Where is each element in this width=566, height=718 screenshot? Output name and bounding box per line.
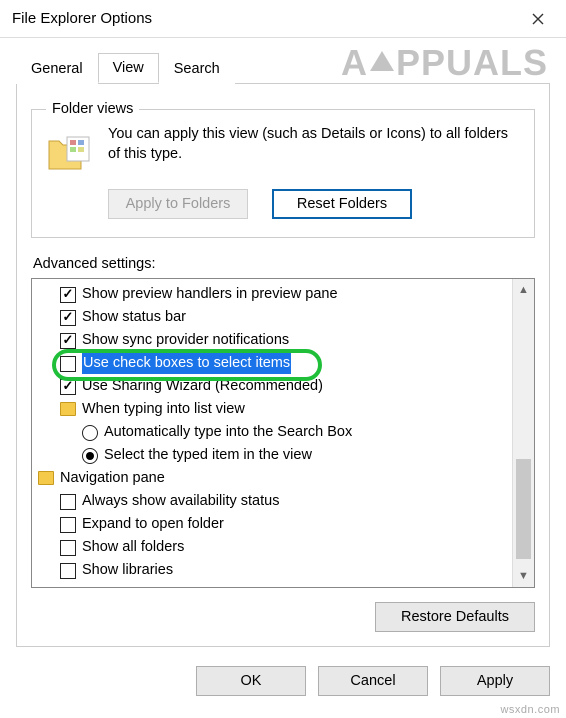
folder-icon [60,402,76,416]
tab-strip: General View Search [16,53,550,84]
advanced-settings-list[interactable]: Show preview handlers in preview paneSho… [31,278,535,588]
adv-item-8: Navigation pane [38,467,512,490]
checkbox[interactable] [60,287,76,303]
scroll-down-icon[interactable]: ▼ [513,565,534,587]
tab-search[interactable]: Search [159,54,235,84]
window-title: File Explorer Options [12,10,518,27]
checkbox[interactable] [60,310,76,326]
checkbox[interactable] [60,379,76,395]
adv-item-0[interactable]: Show preview handlers in preview pane [38,283,512,306]
adv-item-label: Always show availability status [82,491,279,512]
apply-to-folders-button: Apply to Folders [108,189,248,219]
checkbox[interactable] [60,356,76,372]
source-watermark: wsxdn.com [500,704,560,716]
adv-item-12[interactable]: Show libraries [38,559,512,582]
adv-item-5: When typing into list view [38,398,512,421]
checkbox[interactable] [60,540,76,556]
scrollbar[interactable]: ▲ ▼ [512,279,534,587]
adv-item-1[interactable]: Show status bar [38,306,512,329]
folder-views-text: You can apply this view (such as Details… [108,125,520,164]
checkbox[interactable] [60,333,76,349]
adv-item-6[interactable]: Automatically type into the Search Box [38,421,512,444]
title-bar: File Explorer Options [0,0,566,38]
folder-views-group: Folder views You can apply this view (su… [31,101,535,238]
adv-item-11[interactable]: Show all folders [38,536,512,559]
adv-item-7[interactable]: Select the typed item in the view [38,444,512,467]
adv-item-label: Show sync provider notifications [82,330,289,351]
ok-button[interactable]: OK [196,666,306,696]
adv-item-label: Show libraries [82,560,173,581]
adv-item-label: Expand to open folder [82,514,224,535]
radio[interactable] [82,425,98,441]
dialog-buttons: OK Cancel Apply [0,666,566,696]
apply-button[interactable]: Apply [440,666,550,696]
adv-item-label: When typing into list view [82,399,245,420]
adv-item-label: Show preview handlers in preview pane [82,284,338,305]
cancel-button[interactable]: Cancel [318,666,428,696]
radio[interactable] [82,448,98,464]
adv-item-label: Use check boxes to select items [82,353,291,374]
adv-item-label: Use Sharing Wizard (Recommended) [82,376,323,397]
tab-view[interactable]: View [98,53,159,83]
scroll-thumb[interactable] [516,459,531,559]
checkbox[interactable] [60,517,76,533]
adv-item-4[interactable]: Use Sharing Wizard (Recommended) [38,375,512,398]
adv-item-3[interactable]: Use check boxes to select items [38,352,512,375]
adv-item-label: Select the typed item in the view [104,445,312,466]
checkbox[interactable] [60,494,76,510]
adv-item-label: Show all folders [82,537,184,558]
adv-item-10[interactable]: Expand to open folder [38,513,512,536]
reset-folders-button[interactable]: Reset Folders [272,189,412,219]
scroll-up-icon[interactable]: ▲ [513,279,534,301]
folder-views-legend: Folder views [46,101,139,117]
adv-item-9[interactable]: Always show availability status [38,490,512,513]
tab-panel-view: Folder views You can apply this view (su… [16,83,550,647]
adv-item-label: Navigation pane [60,468,165,489]
adv-item-2[interactable]: Show sync provider notifications [38,329,512,352]
checkbox[interactable] [60,563,76,579]
close-icon [532,13,544,25]
folder-icon [46,129,94,177]
advanced-settings-label: Advanced settings: [33,256,535,272]
folder-icon [38,471,54,485]
close-button[interactable] [518,4,558,34]
restore-defaults-button[interactable]: Restore Defaults [375,602,535,632]
adv-item-label: Show status bar [82,307,186,328]
tab-general[interactable]: General [16,54,98,84]
adv-item-label: Automatically type into the Search Box [104,422,352,443]
